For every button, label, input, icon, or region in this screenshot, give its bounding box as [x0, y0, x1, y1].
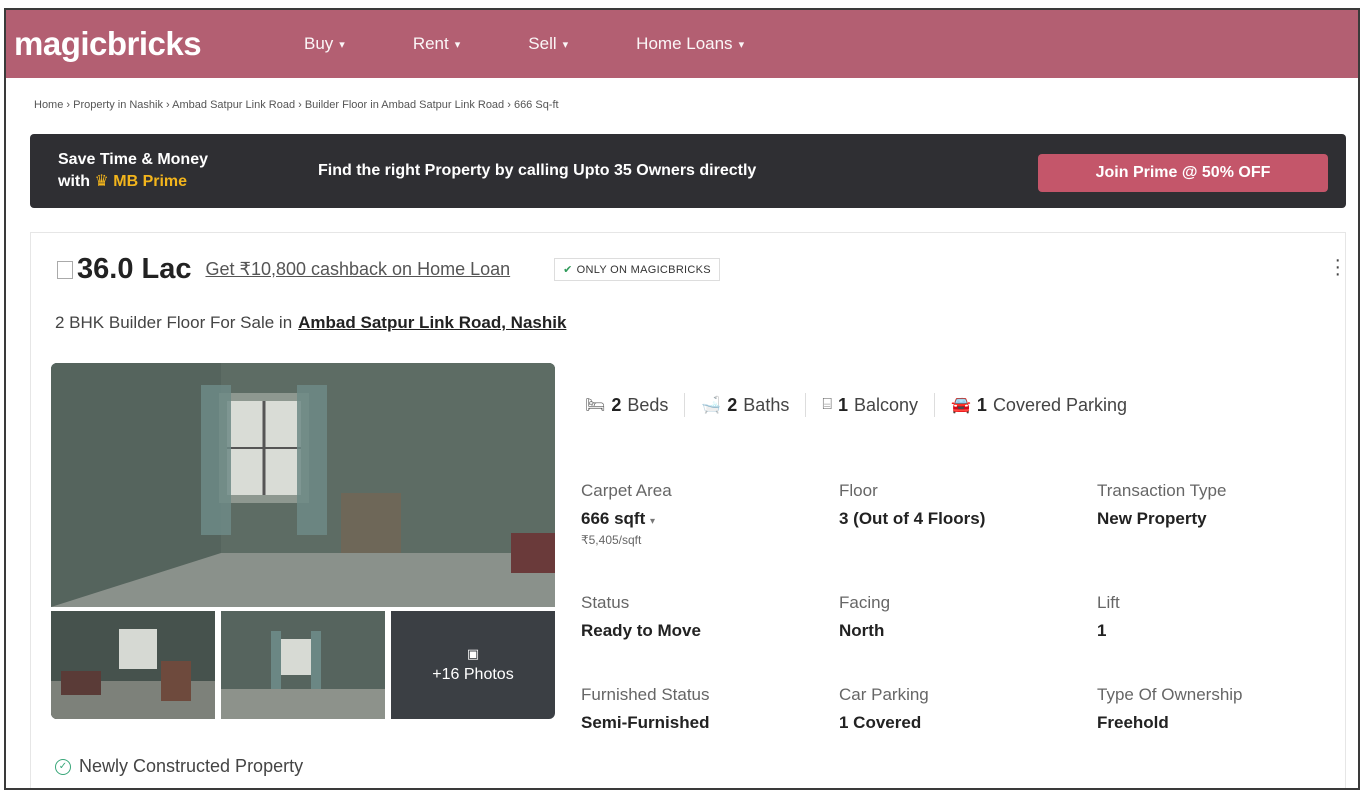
listing-title: 2 BHK Builder Floor For Sale in Ambad Sat… [55, 313, 566, 333]
price-row: 36.0 Lac Get ₹10,800 cashback on Home Lo… [57, 253, 720, 286]
parking-count: 1 [976, 394, 987, 415]
detail-value: 3 (Out of 4 Floors) [839, 509, 986, 528]
detail-value[interactable]: 666 sqft ▾ [581, 509, 672, 529]
chevron-down-icon: ▾ [738, 38, 745, 51]
detail-label: Transaction Type [1097, 481, 1227, 500]
thumbnail-image [221, 611, 385, 719]
beds-info: 🛏 2 Beds [585, 395, 668, 416]
divider [805, 393, 807, 417]
nav-buy-label: Buy [304, 34, 334, 53]
nav-sell-label: Sell [528, 34, 557, 53]
nav-buy[interactable]: Buy ▾ [304, 34, 345, 54]
detail-value: Ready to Move [581, 621, 701, 640]
check-circle-icon: ✓ [55, 758, 71, 775]
gallery-icon: ▣ [466, 646, 480, 661]
nav-home-loans-label: Home Loans [636, 34, 733, 53]
newly-constructed-label: Newly Constructed Property [79, 756, 304, 776]
chevron-down-icon: ▾ [339, 38, 345, 51]
prime-message: Find the right Property by calling Upto … [318, 162, 757, 179]
baths-count: 2 [727, 394, 738, 415]
more-photos-button[interactable]: ▣ +16 Photos [391, 611, 555, 719]
ownership-detail: Type Of Ownership Freehold [1097, 685, 1243, 733]
nav-sell[interactable]: Sell ▾ [528, 34, 568, 54]
detail-value: 1 [1097, 621, 1107, 640]
baths-info: 🛁 2 Baths [701, 395, 789, 416]
more-photos-label: +16 Photos [432, 666, 514, 683]
status-detail: Status Ready to Move [581, 593, 701, 641]
parking-label: Covered Parking [992, 394, 1128, 415]
balcony-icon: ⌸ [822, 396, 832, 413]
carpet-area-value: 666 sqft [581, 509, 646, 528]
chevron-down-icon: ▾ [454, 38, 461, 51]
prime-line2-prefix: with [58, 173, 90, 190]
balcony-label: Balcony [853, 394, 918, 415]
prime-banner: Save Time & Money with ♛ MB Prime Find t… [30, 134, 1346, 208]
price-per-sqft: ₹5,405/sqft [581, 533, 642, 547]
page-frame: magicbricks Buy ▾ Rent ▾ Sell ▾ Home Loans ▾… [4, 8, 1360, 790]
parking-icon: 🚘 [951, 397, 971, 414]
furnished-status-detail: Furnished Status Semi-Furnished [581, 685, 710, 733]
detail-label: Status [581, 593, 630, 612]
exclusive-badge-label: ONLY ON MAGICBRICKS [576, 264, 711, 276]
detail-value: 1 Covered [839, 713, 922, 732]
nav-home-loans[interactable]: Home Loans ▾ [636, 34, 744, 54]
detail-value: Freehold [1097, 713, 1169, 732]
location-link[interactable]: Ambad Satpur Link Road, Nashik [298, 313, 566, 332]
prime-banner-tagline: Save Time & Money with ♛ MB Prime [58, 149, 318, 193]
detail-label: Furnished Status [581, 685, 710, 704]
site-logo[interactable]: magicbricks [14, 25, 304, 63]
carpet-area-detail: Carpet Area 666 sqft ▾ ₹5,405/sqft [581, 481, 672, 547]
crown-icon: ♛ [94, 173, 109, 190]
price: 36.0 Lac [77, 253, 192, 285]
baths-label: Baths [743, 394, 790, 415]
exclusive-badge: ✔ ONLY ON MAGICBRICKS [554, 258, 720, 281]
room-photo-image [51, 363, 555, 607]
transaction-type-detail: Transaction Type New Property [1097, 481, 1226, 529]
prime-line2: with ♛ MB Prime [58, 171, 318, 193]
detail-value: New Property [1097, 509, 1207, 528]
photo-thumbnail[interactable] [221, 611, 385, 719]
divider [934, 393, 935, 417]
amenities-row: 🛏 2 Beds 🛁 2 Baths ⌸ 1 Balcony 🚘 1 Covered Parki… [585, 393, 1127, 417]
top-navbar: magicbricks Buy ▾ Rent ▾ Sell ▾ Home Loans ▾ [6, 10, 1358, 78]
prime-line1: Save Time & Money [58, 151, 208, 168]
listing-card: 36.0 Lac Get ₹10,800 cashback on Home Lo… [30, 232, 1346, 788]
bed-icon: 🛏 [585, 397, 606, 414]
detail-label: Car Parking [839, 685, 929, 704]
prime-brand: MB Prime [113, 173, 188, 190]
car-parking-detail: Car Parking 1 Covered [839, 685, 929, 733]
detail-label: Lift [1097, 593, 1120, 612]
chevron-down-icon: ▾ [562, 38, 569, 51]
cashback-link[interactable]: Get ₹10,800 cashback on Home Loan [205, 259, 510, 280]
detail-label: Type Of Ownership [1097, 685, 1243, 704]
detail-label: Facing [839, 593, 891, 612]
photo-thumbnail[interactable] [51, 611, 215, 719]
divider [684, 393, 686, 417]
check-icon: ✔ [563, 264, 573, 276]
beds-count: 2 [611, 394, 622, 415]
floor-detail: Floor 3 (Out of 4 Floors) [839, 481, 985, 529]
nav-rent[interactable]: Rent ▾ [413, 34, 460, 54]
facing-detail: Facing North [839, 593, 890, 641]
bath-icon: 🛁 [701, 397, 722, 414]
beds-label: Beds [627, 394, 669, 415]
nav-rent-label: Rent [412, 34, 449, 53]
detail-value: Semi-Furnished [581, 713, 710, 732]
rupee-icon [57, 260, 73, 279]
balcony-info: ⌸ 1 Balcony [822, 395, 918, 416]
balcony-count: 1 [837, 394, 848, 415]
join-prime-button[interactable]: Join Prime @ 50% OFF [1038, 154, 1328, 192]
detail-label: Floor [839, 481, 878, 500]
main-photo[interactable] [51, 363, 555, 607]
detail-value: North [839, 621, 885, 640]
more-options-icon[interactable]: · · · [1334, 250, 1341, 284]
breadcrumb[interactable]: Home › Property in Nashik › Ambad Satpur… [34, 99, 559, 111]
newly-constructed-tag: ✓ Newly Constructed Property [55, 756, 303, 777]
chevron-down-icon: ▾ [649, 516, 656, 527]
listing-title-prefix: 2 BHK Builder Floor For Sale in [55, 313, 293, 332]
lift-detail: Lift 1 [1097, 593, 1120, 641]
thumbnail-image [51, 611, 215, 719]
detail-label: Carpet Area [581, 481, 672, 500]
parking-info: 🚘 1 Covered Parking [951, 395, 1127, 416]
